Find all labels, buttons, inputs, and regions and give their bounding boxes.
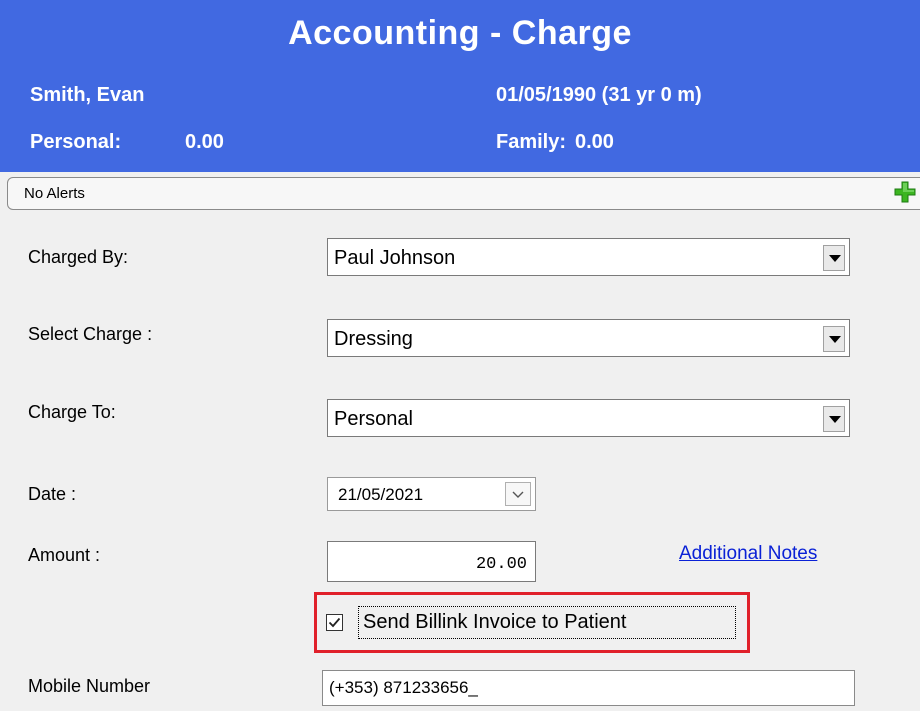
- send-invoice-checkbox[interactable]: [326, 614, 343, 631]
- date-value: 21/05/2021: [338, 485, 424, 504]
- charge-to-label: Charge To:: [28, 402, 116, 422]
- mobile-number-label: Mobile Number: [28, 676, 151, 696]
- charge-to-value: Personal: [334, 408, 413, 430]
- personal-balance-value: 0.00: [185, 131, 224, 153]
- mobile-number-value: (+353) 871233656_: [329, 678, 478, 697]
- personal-balance-label: Personal:: [30, 131, 122, 153]
- charged-by-dropdown[interactable]: Paul Johnson: [327, 238, 850, 276]
- green-plus-icon[interactable]: [894, 181, 916, 203]
- date-label: Date :: [28, 484, 77, 504]
- chevron-down-icon[interactable]: [823, 326, 845, 352]
- mobile-number-input[interactable]: (+353) 871233656_: [322, 670, 855, 706]
- alerts-bar[interactable]: [7, 177, 920, 210]
- charged-by-value: Paul Johnson: [334, 247, 456, 269]
- chevron-down-icon: [512, 491, 524, 498]
- amount-label: Amount :: [28, 545, 101, 565]
- send-invoice-label: Send Billink Invoice to Patient: [363, 611, 627, 633]
- amount-value: 20.00: [475, 555, 527, 574]
- calendar-dropdown-button[interactable]: [505, 482, 531, 506]
- family-balance-label: Family:: [496, 131, 567, 153]
- family-balance-value: 0.00: [575, 131, 614, 153]
- select-charge-dropdown[interactable]: Dressing: [327, 319, 850, 357]
- window-title: Accounting - Charge: [288, 14, 632, 52]
- send-invoice-label-box[interactable]: Send Billink Invoice to Patient: [358, 606, 736, 639]
- alerts-text: No Alerts: [24, 185, 85, 202]
- patient-dob: 01/05/1990 (31 yr 0 m): [496, 84, 702, 106]
- charged-by-label: Charged By:: [28, 247, 129, 267]
- select-charge-value: Dressing: [334, 328, 413, 350]
- charge-to-dropdown[interactable]: Personal: [327, 399, 850, 437]
- additional-notes-link[interactable]: Additional Notes: [679, 543, 817, 565]
- amount-input[interactable]: 20.00: [327, 541, 536, 582]
- patient-name: Smith, Evan: [30, 84, 145, 106]
- patient-header: Accounting - Charge Smith, Evan 01/05/19…: [0, 0, 920, 172]
- chevron-down-icon[interactable]: [823, 406, 845, 432]
- select-charge-label: Select Charge :: [28, 324, 153, 344]
- date-picker[interactable]: 21/05/2021: [327, 477, 536, 511]
- checkmark-icon: [328, 617, 341, 628]
- chevron-down-icon[interactable]: [823, 245, 845, 271]
